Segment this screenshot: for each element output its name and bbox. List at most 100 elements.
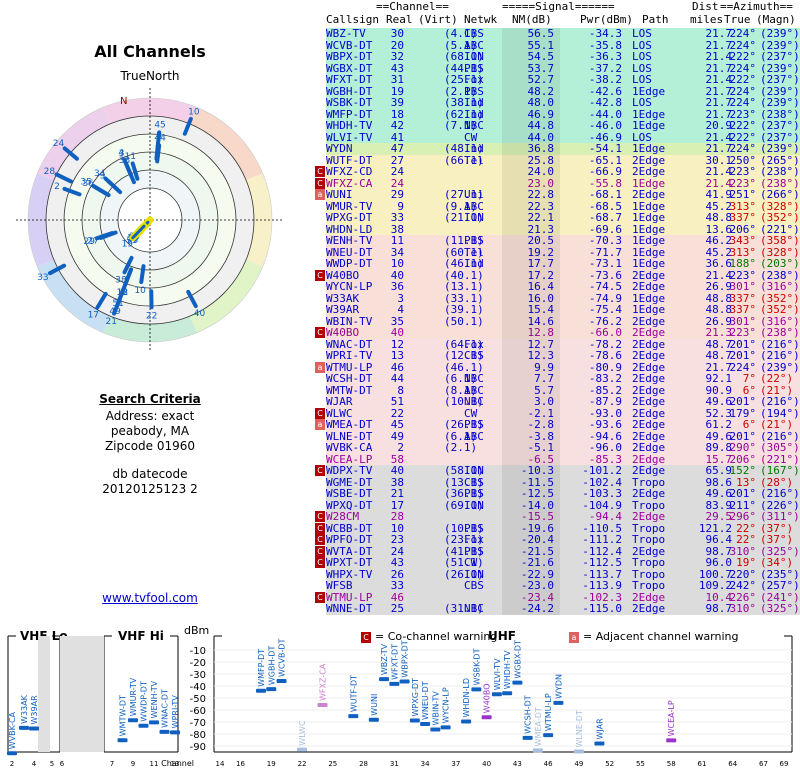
channel-tick-label: 2 (10, 760, 14, 768)
db-label: db datecode (112, 467, 188, 481)
station-bar (420, 722, 431, 727)
station-bar (128, 718, 138, 723)
polar-channel-label: 10 (188, 107, 200, 117)
station-label: WYDN (554, 674, 563, 699)
station-bar (159, 729, 170, 734)
channel-tick-label: 46 (544, 760, 553, 768)
station-bar (430, 727, 441, 732)
cell-virt: (2.1) (444, 441, 478, 454)
station-label: WGBH-DT (267, 645, 276, 685)
header-dist-group: Dist (692, 0, 719, 13)
gap-region (60, 636, 104, 752)
station-bar (389, 681, 400, 686)
station-label: WCEA-LP (667, 700, 676, 736)
station-label: WMTW-DT (119, 695, 128, 736)
station-label: WHDH-TV (503, 650, 512, 689)
polar-channel-label: 45 (154, 120, 165, 130)
station-label: WVBK-CA (8, 711, 17, 749)
station-bar (594, 741, 605, 746)
y-tick-label: -60 (190, 706, 206, 717)
station-bar (266, 687, 277, 692)
y-tick-label: -80 (190, 730, 206, 741)
cell-virt: (50.1) (444, 314, 484, 328)
station-label: WBIN-TV (431, 691, 440, 726)
station-label: WLNE-DT (575, 710, 584, 747)
address-mode: Address: exact (105, 409, 195, 423)
search-criteria-heading: Search Criteria (99, 392, 201, 406)
cell-net: ION (464, 211, 484, 224)
station-bar (502, 691, 513, 696)
channel-tick-label: 4 (32, 760, 37, 768)
station-label: WCVB-DT (278, 638, 287, 677)
polar-channel-label: 44 (154, 134, 166, 144)
station-label: WLWC (298, 720, 307, 746)
station-bar (276, 678, 287, 683)
station-label: WMUR-TV (129, 677, 138, 716)
station-bar (256, 688, 267, 693)
polar-channel-label: 22 (146, 311, 157, 321)
header-netwk: Netwk (464, 13, 498, 26)
station-bar (471, 687, 482, 692)
y-tick-label: -90 (190, 742, 206, 753)
station-label: WPXG-DT (411, 678, 420, 716)
cochannel-warning-badge: C (315, 522, 325, 534)
cochannel-warning-badge: C (315, 511, 325, 522)
station-label: WFXZ-CA (319, 663, 328, 701)
station-bar (19, 725, 29, 730)
polar-channel-label: 27 (87, 237, 98, 247)
site-link[interactable]: www.tvfool.com (0, 591, 300, 605)
channel-tick-label: 9 (131, 760, 135, 768)
station-bar (522, 735, 533, 740)
polar-channel-label: 19 (122, 240, 134, 250)
spectrum-panel: C = Co-channel warning a = Adjacent channe… (0, 612, 800, 768)
station-bar (138, 723, 149, 728)
station-label: WYCN-LP (442, 687, 451, 723)
polar-channel-label: 38 (115, 275, 127, 285)
header-nm: NM(dB) (512, 13, 552, 26)
station-bar (440, 725, 451, 730)
channel-tick-label: 19 (267, 760, 276, 768)
channel-tick-label: 43 (513, 760, 522, 768)
polar-channel-label: 4 (118, 148, 124, 158)
station-bar (543, 733, 554, 738)
station-bar (297, 747, 308, 752)
channel-tick-label: 6 (60, 760, 65, 768)
station-label: WUNI (370, 694, 379, 716)
cell-net: CBS (464, 579, 484, 592)
polar-channel-label: 40 (194, 309, 206, 319)
channel-tick-label: 11 (150, 760, 159, 768)
y-tick-label: -50 (190, 694, 206, 705)
station-label: WWDP-DT (140, 681, 149, 722)
header-path: Path (642, 13, 669, 26)
station-bar (368, 717, 379, 722)
address-city: peabody, MA (110, 424, 190, 438)
station-label: WGBX-DT (513, 640, 522, 679)
station-bar (317, 702, 328, 707)
header-channel-group: ==Channel== (376, 0, 449, 13)
station-label: WTMU-LP (544, 693, 553, 731)
station-bar (399, 679, 410, 684)
polar-channel-label: 34 (94, 169, 106, 179)
station-label: WNAC-DT (161, 689, 170, 728)
channel-tick-label: 58 (667, 760, 676, 768)
station-bar (553, 700, 564, 705)
header-signal-group: =====Signal====== (502, 0, 615, 13)
station-label: WJAR (595, 718, 604, 740)
station-bar (149, 720, 159, 725)
chart-title: All Channels (94, 42, 206, 61)
header-pwr: Pwr(dBm) (580, 13, 633, 26)
adjacent-warning-badge: a (315, 189, 325, 200)
station-label: WENH-TV (150, 680, 159, 718)
db-value: 20120125123 2 (102, 482, 198, 496)
cochannel-warning-badge: C (315, 407, 325, 419)
channel-tick-label: 28 (359, 760, 368, 768)
y-tick-label: -10 (190, 646, 206, 657)
channel-tick-label: 64 (728, 760, 737, 768)
y-tick-label: -70 (190, 718, 206, 729)
header-virt: (Virt) (418, 13, 458, 26)
station-bar (481, 715, 492, 720)
station-label: WBZ-TV (380, 643, 389, 675)
channel-tick-label: 52 (605, 760, 614, 768)
station-bar (573, 749, 584, 754)
station-bar (348, 714, 359, 719)
